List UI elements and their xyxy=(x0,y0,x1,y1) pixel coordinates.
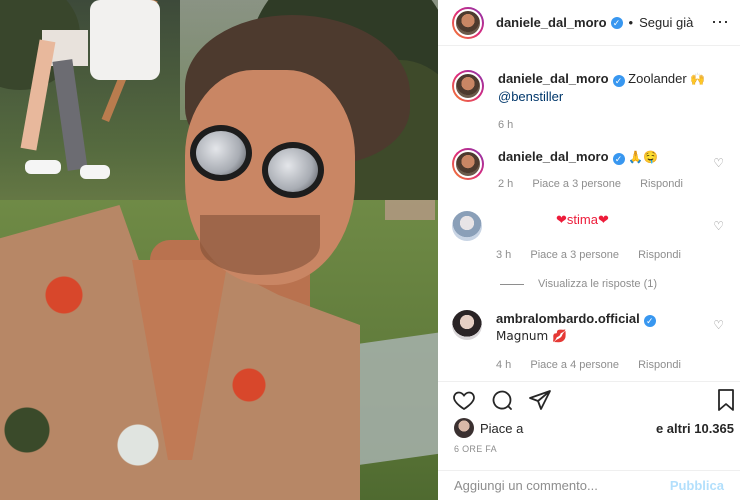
view-replies-label: Visualizza le risposte (1) xyxy=(538,278,658,290)
heart-icon[interactable]: ♡ xyxy=(713,156,724,170)
caption-mention[interactable]: @benstiller xyxy=(498,89,563,104)
commenter-avatar[interactable] xyxy=(452,148,484,180)
author-avatar[interactable] xyxy=(452,6,484,39)
comment-icon[interactable] xyxy=(490,388,514,412)
reply-button[interactable]: Rispondi xyxy=(638,249,681,261)
comment-meta-row: 3 h Piace a 3 persone Rispondi xyxy=(438,241,740,264)
caption-username[interactable]: daniele_dal_moro xyxy=(498,71,609,86)
author-avatar[interactable] xyxy=(452,70,484,102)
bookmark-icon[interactable] xyxy=(714,388,738,412)
subject-beard xyxy=(200,215,320,275)
author-username[interactable]: daniele_dal_moro xyxy=(496,15,607,30)
verified-icon: ✓ xyxy=(610,16,623,29)
comment-username[interactable]: ambralombardo.official xyxy=(496,311,640,326)
comments-list: daniele_dal_moro ✓ Zoolander 🙌 @benstille… xyxy=(438,58,740,374)
comment-likes[interactable]: Piace a 3 persone xyxy=(532,178,621,190)
replies-line xyxy=(500,283,524,285)
comment-meta: 3 h Piace a 3 persone Rispondi xyxy=(496,247,706,264)
heart-icon[interactable]: ♡ xyxy=(713,318,724,332)
likes-prefix: Piace a xyxy=(480,420,524,436)
heart-icon[interactable] xyxy=(452,388,476,412)
comment-time[interactable]: 2 h xyxy=(498,178,513,190)
comment-input[interactable]: Aggiungi un commento... xyxy=(454,478,670,493)
comment-likes[interactable]: Piace a 4 persone xyxy=(530,359,619,371)
separator-dot: • xyxy=(628,15,634,30)
sunglasses-lens xyxy=(262,142,324,198)
comment-meta: 4 h Piace a 4 persone Rispondi xyxy=(496,357,706,374)
follow-button[interactable]: Segui già xyxy=(639,15,693,30)
comment-time[interactable]: 4 h xyxy=(496,359,511,371)
comment-item: daniele_dal_moro ✓ 🙏🤤 2 h Piace a 3 perso… xyxy=(438,148,740,193)
caption: daniele_dal_moro ✓ Zoolander 🙌 @benstille… xyxy=(438,70,740,134)
add-comment-bar: Aggiungi un commento... Pubblica xyxy=(438,470,740,500)
more-icon[interactable]: ⋯ xyxy=(711,12,730,33)
post-header: daniele_dal_moro ✓ • Segui già ⋯ xyxy=(438,0,740,46)
verified-icon: ✓ xyxy=(612,153,625,165)
comment-item: ❤stima❤ ♡ xyxy=(438,211,740,241)
post-photo[interactable] xyxy=(0,0,438,500)
caption-text: Zoolander xyxy=(628,71,687,86)
background-person xyxy=(25,160,61,174)
comment-time[interactable]: 3 h xyxy=(496,249,511,261)
verified-icon: ✓ xyxy=(612,75,625,87)
action-bar xyxy=(438,381,740,413)
comment-likes[interactable]: Piace a 3 persone xyxy=(530,249,619,261)
comment-text: 🙏🤤 xyxy=(628,150,659,164)
post-time-ago[interactable]: 6 ORE FA xyxy=(454,444,497,454)
post-side-panel: daniele_dal_moro ✓ • Segui già ⋯ daniele… xyxy=(438,0,740,500)
caption-meta: 6 h xyxy=(498,117,708,134)
comment-text: ❤stima❤ xyxy=(556,212,609,227)
commenter-avatar[interactable] xyxy=(452,310,482,340)
comment-meta: 2 h Piace a 3 persone Rispondi xyxy=(498,176,708,193)
sunglasses-lens xyxy=(190,125,252,181)
commenter-avatar[interactable] xyxy=(452,211,482,241)
background-person xyxy=(52,59,88,171)
heart-icon[interactable]: ♡ xyxy=(713,219,724,233)
comment-username[interactable]: daniele_dal_moro xyxy=(498,149,609,164)
share-icon[interactable] xyxy=(528,388,552,412)
reply-button[interactable]: Rispondi xyxy=(640,178,683,190)
reply-button[interactable]: Rispondi xyxy=(638,359,681,371)
background-person xyxy=(90,0,160,80)
verified-icon: ✓ xyxy=(643,315,656,327)
likes-count[interactable]: e altri 10.365 xyxy=(656,421,734,436)
background-person xyxy=(80,165,110,179)
photo-bench xyxy=(385,200,435,220)
view-replies-button[interactable]: Visualizza le risposte (1) xyxy=(438,278,740,290)
likes-summary: Piace a e altri 10.365 xyxy=(454,418,734,438)
comment-item: ambralombardo.official ✓ Magnum 💋 4 h Pia… xyxy=(438,310,740,374)
liker-avatar[interactable] xyxy=(454,418,474,438)
publish-button[interactable]: Pubblica xyxy=(670,478,724,493)
caption-emoji: 🙌 xyxy=(690,72,706,86)
comment-text: Magnum 💋 xyxy=(496,329,567,343)
caption-time[interactable]: 6 h xyxy=(498,119,513,131)
